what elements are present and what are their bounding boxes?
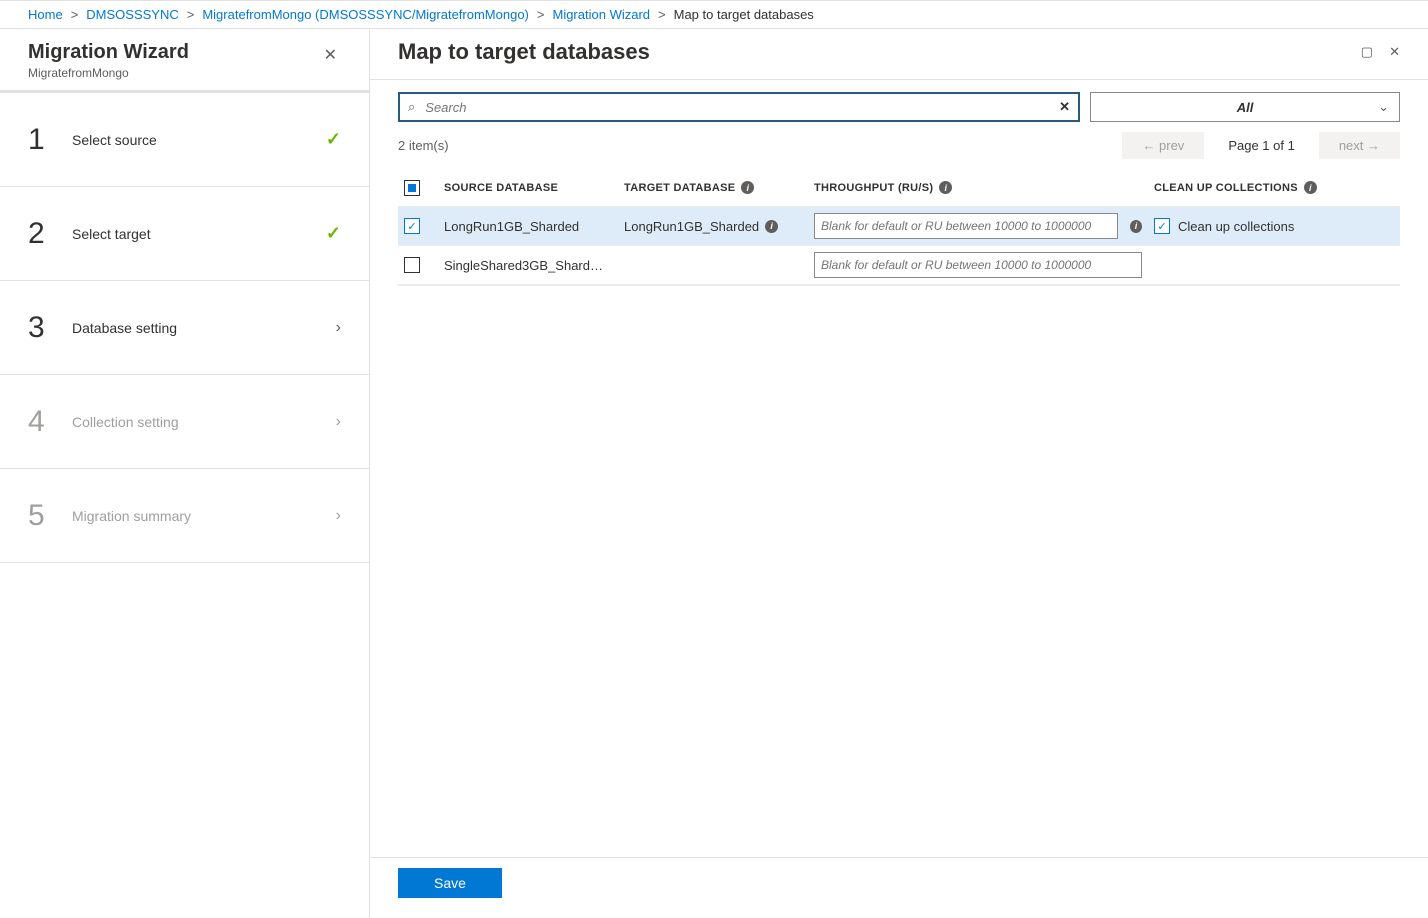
wizard-title: Migration Wizard <box>28 41 189 64</box>
breadcrumb-wizard[interactable]: Migration Wizard <box>552 7 650 22</box>
step-label: Collection setting <box>72 414 318 430</box>
database-table: SOURCE DATABASE TARGET DATABASE i THROUG… <box>398 169 1400 286</box>
target-db-cell <box>618 259 808 271</box>
throughput-input[interactable] <box>814 252 1142 278</box>
table-row[interactable]: ✓ LongRun1GB_Sharded LongRun1GB_Sharded … <box>398 207 1400 246</box>
info-icon[interactable]: i <box>1304 181 1317 194</box>
wizard-sidebar: Migration Wizard MigratefromMongo ✕ 1 Se… <box>0 29 370 918</box>
step-number: 2 <box>28 217 54 251</box>
wizard-step-collection-setting[interactable]: 4 Collection setting › <box>0 375 369 469</box>
info-icon[interactable]: i <box>741 181 754 194</box>
source-db-cell: LongRun1GB_Sharded <box>438 213 618 240</box>
blade-header: Map to target databases ▢ ✕ <box>370 29 1428 80</box>
col-cleanup[interactable]: CLEAN UP COLLECTIONS i <box>1148 175 1338 200</box>
check-icon: ✓ <box>326 223 341 244</box>
table-header: SOURCE DATABASE TARGET DATABASE i THROUG… <box>398 169 1400 207</box>
toolbar: ⌕ ✕ All ⌄ <box>398 92 1400 122</box>
pager-prev-button[interactable]: ← prev <box>1122 132 1204 159</box>
wizard-subtitle: MigratefromMongo <box>28 66 189 80</box>
chevron-right-icon: › <box>336 507 341 525</box>
row-checkbox[interactable] <box>404 257 420 273</box>
step-label: Database setting <box>72 320 318 336</box>
info-icon[interactable]: i <box>1130 220 1142 233</box>
breadcrumb: Home > DMSOSSSYNC > MigratefromMongo (DM… <box>0 1 1428 29</box>
close-icon[interactable]: ✕ <box>320 41 341 69</box>
breadcrumb-sep-icon: > <box>658 7 666 22</box>
pager-page-label: Page 1 of 1 <box>1204 132 1319 159</box>
wizard-step-select-source[interactable]: 1 Select source ✓ <box>0 93 369 187</box>
col-throughput[interactable]: THROUGHPUT (RU/S) i <box>808 175 1148 200</box>
blade: Map to target databases ▢ ✕ ⌕ ✕ All ⌄ 2 … <box>370 29 1428 918</box>
clear-search-icon[interactable]: ✕ <box>1059 99 1070 115</box>
step-number: 5 <box>28 499 54 533</box>
page-title: Map to target databases <box>398 39 650 65</box>
cleanup-checkbox[interactable]: ✓ <box>1154 218 1170 234</box>
search-input[interactable] <box>423 99 1051 116</box>
breadcrumb-project[interactable]: MigratefromMongo (DMSOSSSYNC/Migratefrom… <box>202 7 529 22</box>
search-icon: ⌕ <box>408 99 415 115</box>
chevron-right-icon: › <box>336 319 341 337</box>
chevron-right-icon: › <box>336 413 341 431</box>
check-icon: ✓ <box>326 129 341 150</box>
step-label: Select target <box>72 226 308 242</box>
save-button[interactable]: Save <box>398 868 502 898</box>
breadcrumb-sep-icon: > <box>187 7 195 22</box>
select-all-checkbox[interactable] <box>404 180 420 196</box>
step-label: Migration summary <box>72 508 318 524</box>
table-row[interactable]: SingleShared3GB_Shard… <box>398 246 1400 285</box>
throughput-input[interactable] <box>814 213 1118 239</box>
target-db-cell: LongRun1GB_Sharded i <box>618 213 808 240</box>
search-field[interactable]: ⌕ ✕ <box>398 92 1080 122</box>
pager: ← prev Page 1 of 1 next → <box>1122 132 1400 159</box>
source-db-cell: SingleShared3GB_Shard… <box>438 252 618 279</box>
info-icon[interactable]: i <box>765 220 778 233</box>
chevron-down-icon: ⌄ <box>1378 99 1389 115</box>
filter-value: All <box>1237 100 1254 115</box>
breadcrumb-home[interactable]: Home <box>28 7 63 22</box>
step-number: 3 <box>28 311 54 345</box>
step-number: 1 <box>28 123 54 157</box>
cleanup-label-text: Clean up collections <box>1178 219 1294 234</box>
col-target[interactable]: TARGET DATABASE i <box>618 175 808 200</box>
pager-next-button[interactable]: next → <box>1319 132 1400 159</box>
breadcrumb-sep-icon: > <box>537 7 545 22</box>
breadcrumb-service[interactable]: DMSOSSSYNC <box>86 7 178 22</box>
blade-footer: Save <box>370 857 1428 918</box>
step-number: 4 <box>28 405 54 439</box>
breadcrumb-current: Map to target databases <box>674 7 814 22</box>
breadcrumb-sep-icon: > <box>71 7 79 22</box>
info-icon[interactable]: i <box>939 181 952 194</box>
close-icon[interactable]: ✕ <box>1389 44 1400 60</box>
wizard-header: Migration Wizard MigratefromMongo ✕ <box>0 29 369 93</box>
col-source[interactable]: SOURCE DATABASE <box>438 176 618 200</box>
wizard-step-database-setting[interactable]: 3 Database setting › <box>0 281 369 375</box>
item-count: 2 item(s) <box>398 138 449 153</box>
wizard-step-select-target[interactable]: 2 Select target ✓ <box>0 187 369 281</box>
step-label: Select source <box>72 132 308 148</box>
filter-dropdown[interactable]: All ⌄ <box>1090 92 1400 122</box>
row-checkbox[interactable]: ✓ <box>404 218 420 234</box>
restore-icon[interactable]: ▢ <box>1361 44 1373 60</box>
wizard-step-migration-summary[interactable]: 5 Migration summary › <box>0 469 369 563</box>
cleanup-checkbox-label[interactable]: ✓ Clean up collections <box>1154 218 1294 234</box>
